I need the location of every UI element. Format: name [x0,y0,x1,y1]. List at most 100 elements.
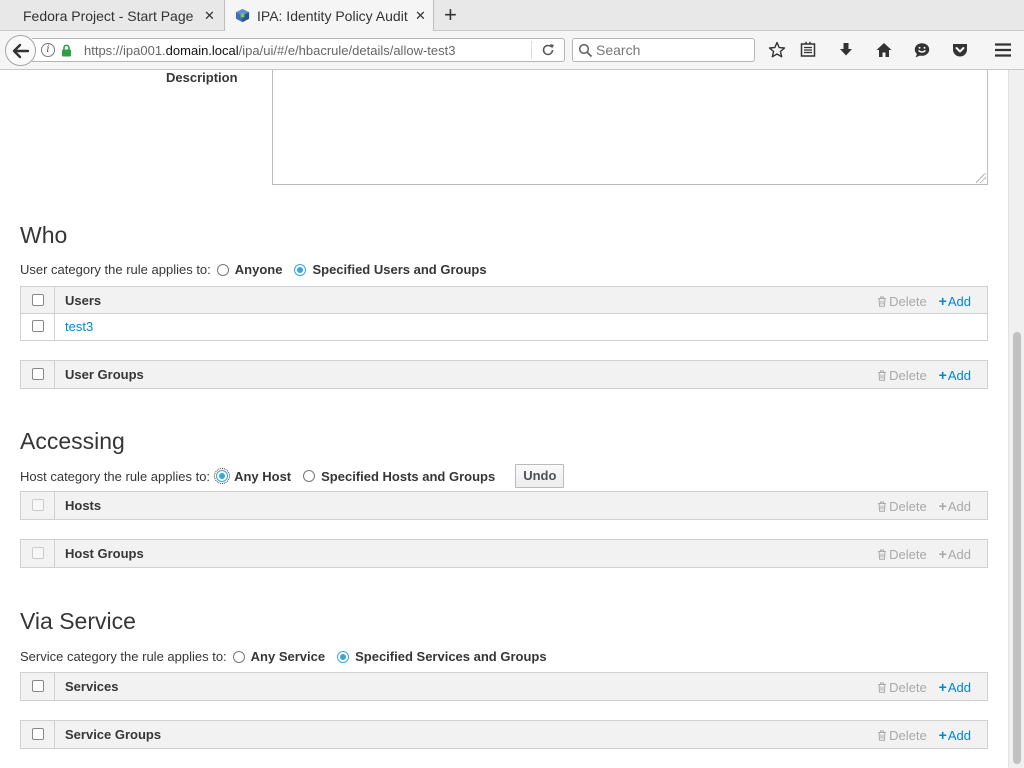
add-label: Add [947,546,971,562]
search-icon [578,43,593,58]
vertical-scrollbar[interactable] [1008,70,1024,768]
radio-icon[interactable] [232,650,245,663]
trash-icon [878,501,887,512]
url-separator [531,41,532,59]
delete-button[interactable]: Delete [877,728,927,743]
radio-any-service[interactable]: Any Service [232,649,326,664]
radio-anyone[interactable]: Anyone [216,262,283,277]
radio-specified-services[interactable]: Specified Services and Groups [337,649,547,664]
table-header: Hosts Delete + Add [21,492,987,519]
trash-icon [878,730,887,741]
radio-checked-icon[interactable] [214,468,231,484]
description-textarea[interactable] [272,70,988,185]
host-category-label: Host category the rule applies to: [20,468,211,484]
add-button[interactable]: + Add [939,727,971,743]
table-actions: Delete + Add [877,498,971,514]
select-all-cell [21,673,55,700]
reload-icon[interactable] [540,42,556,58]
delete-button[interactable]: Delete [877,547,927,562]
info-icon[interactable]: i [41,43,55,57]
tab-ipa[interactable]: IPA: Identity Policy Audit ✕ [224,0,434,32]
delete-button[interactable]: Delete [877,368,927,383]
radio-icon[interactable] [303,470,316,482]
add-label: Add [947,727,971,743]
plus-icon: + [938,367,947,383]
radio-checked-icon[interactable] [294,263,307,276]
lock-icon[interactable] [61,44,72,57]
section-title-via-service: Via Service [20,608,136,634]
undo-button[interactable]: Undo [515,464,565,488]
hello-chat-icon[interactable] [912,40,932,60]
user-groups-table: User Groups Delete + Add [20,360,988,389]
home-icon[interactable] [874,40,894,60]
select-all-cell [21,721,55,748]
radio-icon[interactable] [216,263,229,276]
add-button[interactable]: + Add [939,293,971,309]
service-category-row: Service category the rule applies to: An… [20,649,547,664]
delete-label: Delete [889,546,927,562]
delete-button[interactable]: Delete [877,680,927,695]
user-category-label: User category the rule applies to: [20,262,211,277]
delete-button[interactable]: Delete [877,499,927,514]
resize-grip-icon[interactable] [976,173,986,183]
downloads-icon[interactable] [836,40,856,60]
tab-close-icon[interactable]: ✕ [204,8,215,24]
select-all-checkbox[interactable] [32,547,44,559]
add-label: Add [947,367,971,383]
radio-any-host[interactable]: Any Host [214,468,291,484]
add-button[interactable]: + Add [939,498,971,514]
search-placeholder: Search [596,42,641,58]
trash-icon [878,296,887,307]
add-button[interactable]: + Add [939,367,971,383]
select-all-checkbox[interactable] [32,499,44,511]
radio-label: Anyone [234,262,283,277]
table-actions: Delete + Add [877,367,971,383]
services-table: Services Delete + Add [20,672,988,701]
pocket-icon[interactable] [950,40,970,60]
radio-specified-hosts[interactable]: Specified Hosts and Groups [303,469,495,484]
table-title: User Groups [65,367,144,382]
radio-label: Any Service [250,649,326,664]
bookmark-star-icon[interactable] [767,40,787,60]
plus-icon: + [938,546,947,562]
search-input[interactable]: Search [572,38,755,62]
select-all-cell [21,540,55,567]
navigation-toolbar: i https://ipa001.domain.local/ipa/ui/#/e… [0,31,1024,70]
trash-icon [878,549,887,560]
table-actions: Delete + Add [877,293,971,309]
tab-fedora-start[interactable]: Fedora Project - Start Page ✕ [0,0,224,31]
add-button[interactable]: + Add [939,546,971,562]
select-all-checkbox[interactable] [32,728,44,740]
scrollbar-thumb[interactable] [1013,332,1021,764]
back-button[interactable] [5,35,36,66]
delete-button[interactable]: Delete [877,294,927,309]
add-label: Add [947,498,971,514]
delete-label: Delete [889,679,927,695]
ipa-favicon-icon [235,8,250,23]
radio-specified-users[interactable]: Specified Users and Groups [294,262,487,277]
plus-icon: + [938,727,947,743]
table-header: Users Delete + Add [21,287,987,314]
row-checkbox[interactable] [32,320,44,332]
delete-label: Delete [889,293,927,309]
user-link[interactable]: test3 [65,319,93,334]
delete-label: Delete [889,498,927,514]
reading-list-icon[interactable] [798,40,818,60]
plus-icon: + [938,679,947,695]
service-groups-table: Service Groups Delete + Add [20,720,988,749]
table-actions: Delete + Add [877,727,971,743]
select-all-checkbox[interactable] [32,294,44,306]
url-bar[interactable]: i https://ipa001.domain.local/ipa/ui/#/e… [32,38,565,62]
add-button[interactable]: + Add [939,679,971,695]
tab-title: Fedora Project - Start Page [23,7,194,24]
new-tab-icon[interactable]: + [444,3,457,27]
select-all-checkbox[interactable] [32,368,44,380]
table-title: Users [65,293,102,308]
hamburger-menu-icon[interactable] [993,40,1013,60]
tab-close-icon[interactable]: ✕ [415,8,426,24]
radio-checked-icon[interactable] [337,650,350,663]
row-checkbox-cell [21,314,55,340]
tab-title: IPA: Identity Policy Audit [257,8,408,24]
select-all-checkbox[interactable] [32,680,44,692]
add-label: Add [947,679,971,695]
